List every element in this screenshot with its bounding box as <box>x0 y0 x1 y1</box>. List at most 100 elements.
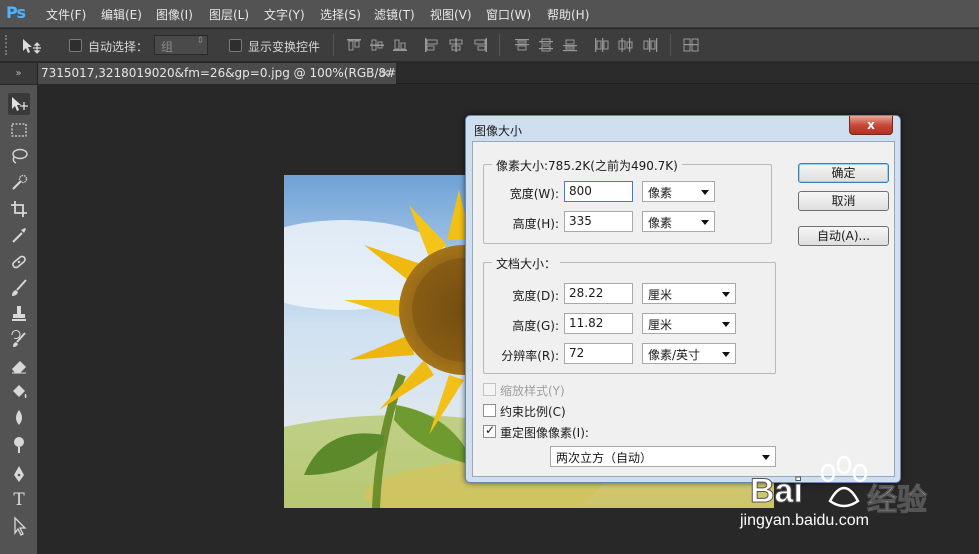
doc-width-label: 宽度(D): <box>512 289 559 303</box>
cancel-button[interactable]: 取消 <box>798 191 889 211</box>
dialog-close-button[interactable]: x <box>849 116 893 135</box>
collapse-toolbar-button[interactable]: » <box>0 63 38 84</box>
pixel-width-label: 宽度(W): <box>509 187 559 201</box>
divider <box>670 34 671 56</box>
document-size-group: 文档大小： 宽度(D): 28.22 厘米 高度(G): 11.82 厘米 分辨… <box>483 255 776 374</box>
path-select-tool-icon[interactable] <box>8 515 30 537</box>
pen-tool-icon[interactable] <box>8 463 30 485</box>
menu-bar: Ps 文件(F) 编辑(E) 图像(I) 图层(L) 文字(Y) 选择(S) 滤… <box>0 0 979 28</box>
dropdown-arrow-icon <box>722 292 730 297</box>
distribute-hcenter-icon[interactable] <box>618 38 634 52</box>
menu-image[interactable]: 图像(I) <box>156 6 193 23</box>
clone-stamp-tool-icon[interactable] <box>8 303 30 325</box>
doc-width-unit-select[interactable]: 厘米 <box>642 283 736 304</box>
crop-tool-icon[interactable] <box>8 198 30 220</box>
menu-filter[interactable]: 滤镜(T) <box>374 6 415 23</box>
resample-label: 重定图像像素(I): <box>500 426 589 440</box>
eraser-tool-icon[interactable] <box>8 355 30 377</box>
divider <box>333 34 334 56</box>
resolution-label: 分辨率(R): <box>501 349 559 363</box>
pixel-width-unit-select[interactable]: 像素 <box>642 181 715 202</box>
menu-edit[interactable]: 编辑(E) <box>101 6 142 23</box>
options-grip[interactable] <box>5 35 11 55</box>
show-transform-checkbox[interactable] <box>229 39 242 52</box>
tools-panel: T <box>0 85 38 554</box>
watermark-brand: Bai <box>750 472 804 511</box>
document-tab[interactable]: 7315017,3218019020&fm=26&gp=0.jpg @ 100%… <box>38 63 396 84</box>
quick-select-tool-icon[interactable] <box>8 172 30 194</box>
photoshop-logo-icon: Ps <box>6 3 26 22</box>
resample-checkbox[interactable]: ✓ <box>483 423 496 438</box>
resample-method-select[interactable]: 两次立方（自动） <box>550 446 776 467</box>
baidu-paw-logo-icon <box>820 455 868 508</box>
align-right-icon[interactable] <box>472 38 488 52</box>
pixel-height-label: 高度(H): <box>512 217 559 231</box>
distribute-right-icon[interactable] <box>642 38 658 52</box>
checkmark-icon: ✓ <box>485 423 496 437</box>
scale-styles-label: 缩放样式(Y) <box>500 384 565 398</box>
dropdown-arrow-icon <box>722 322 730 327</box>
constrain-proportions-checkbox[interactable] <box>483 404 496 417</box>
dropdown-arrow-icon <box>701 220 709 225</box>
move-tool-preset-icon[interactable] <box>20 37 44 55</box>
menu-window[interactable]: 窗口(W) <box>486 6 531 23</box>
healing-brush-tool-icon[interactable] <box>8 251 30 273</box>
history-brush-tool-icon[interactable] <box>8 329 30 351</box>
marquee-tool-icon[interactable] <box>8 119 30 141</box>
align-top-icon[interactable] <box>346 38 362 52</box>
distribute-bottom-icon[interactable] <box>562 38 578 52</box>
pixel-height-input[interactable]: 335 <box>564 211 633 232</box>
doc-width-input[interactable]: 28.22 <box>564 283 633 304</box>
menu-select[interactable]: 选择(S) <box>320 6 361 23</box>
lasso-tool-icon[interactable] <box>8 145 30 167</box>
brush-tool-icon[interactable] <box>8 277 30 299</box>
distribute-vcenter-icon[interactable] <box>538 38 554 52</box>
pixel-height-unit-select[interactable]: 像素 <box>642 211 715 232</box>
menu-layer[interactable]: 图层(L) <box>209 6 249 23</box>
dialog-title: 图像大小 <box>474 124 523 138</box>
auto-select-label: 自动选择： <box>88 40 149 54</box>
menu-file[interactable]: 文件(F) <box>46 6 86 23</box>
pixel-width-input[interactable]: 800 <box>564 181 633 202</box>
align-left-icon[interactable] <box>424 38 440 52</box>
menu-view[interactable]: 视图(V) <box>430 6 472 23</box>
paint-bucket-tool-icon[interactable] <box>8 381 30 403</box>
menu-help[interactable]: 帮助(H) <box>547 6 589 23</box>
dodge-tool-icon[interactable] <box>8 433 30 455</box>
options-bar: 自动选择： 组 ⇕ 显示变换控件 <box>0 29 979 62</box>
divider <box>499 34 500 56</box>
auto-select-dropdown[interactable]: 组 ⇕ <box>154 35 208 55</box>
dropdown-arrow-icon <box>722 352 730 357</box>
type-tool-icon[interactable]: T <box>8 489 30 511</box>
auto-align-layers-icon[interactable] <box>683 38 699 52</box>
updown-arrows-icon: ⇕ <box>196 36 204 46</box>
doc-height-input[interactable]: 11.82 <box>564 313 633 334</box>
doc-height-label: 高度(G): <box>512 319 559 333</box>
scale-styles-checkbox[interactable] <box>483 383 496 396</box>
auto-button[interactable]: 自动(A)... <box>798 226 889 246</box>
distribute-left-icon[interactable] <box>594 38 610 52</box>
document-size-title: 文档大小： <box>492 255 561 272</box>
auto-select-checkbox[interactable] <box>69 39 82 52</box>
resample-method-value: 两次立方（自动） <box>556 451 653 465</box>
constrain-proportions-label: 约束比例(C) <box>500 405 566 419</box>
doc-height-unit-select[interactable]: 厘米 <box>642 313 736 334</box>
blur-tool-icon[interactable] <box>8 407 30 429</box>
pixel-dimensions-group: 像素大小:785.2K(之前为490.7K) 宽度(W): 800 像素 高度(… <box>483 157 772 244</box>
show-transform-label: 显示变换控件 <box>248 40 321 54</box>
eyedropper-tool-icon[interactable] <box>8 224 30 246</box>
align-bottom-icon[interactable] <box>392 38 408 52</box>
align-hcenter-icon[interactable] <box>448 38 464 52</box>
dialog-body: 像素大小:785.2K(之前为490.7K) 宽度(W): 800 像素 高度(… <box>472 141 895 477</box>
distribute-top-icon[interactable] <box>514 38 530 52</box>
watermark-brand-suffix: 经验 <box>867 483 928 519</box>
ok-button[interactable]: 确定 <box>798 163 889 183</box>
pixel-dimensions-title: 像素大小:785.2K(之前为490.7K) <box>492 157 682 174</box>
auto-select-value: 组 <box>161 40 174 54</box>
menu-type[interactable]: 文字(Y) <box>264 6 305 23</box>
resolution-unit-select[interactable]: 像素/英寸 <box>642 343 736 364</box>
move-tool-icon[interactable] <box>8 93 30 115</box>
align-vcenter-icon[interactable] <box>369 38 385 52</box>
resolution-input[interactable]: 72 <box>564 343 633 364</box>
close-tab-icon[interactable]: × <box>380 63 390 83</box>
